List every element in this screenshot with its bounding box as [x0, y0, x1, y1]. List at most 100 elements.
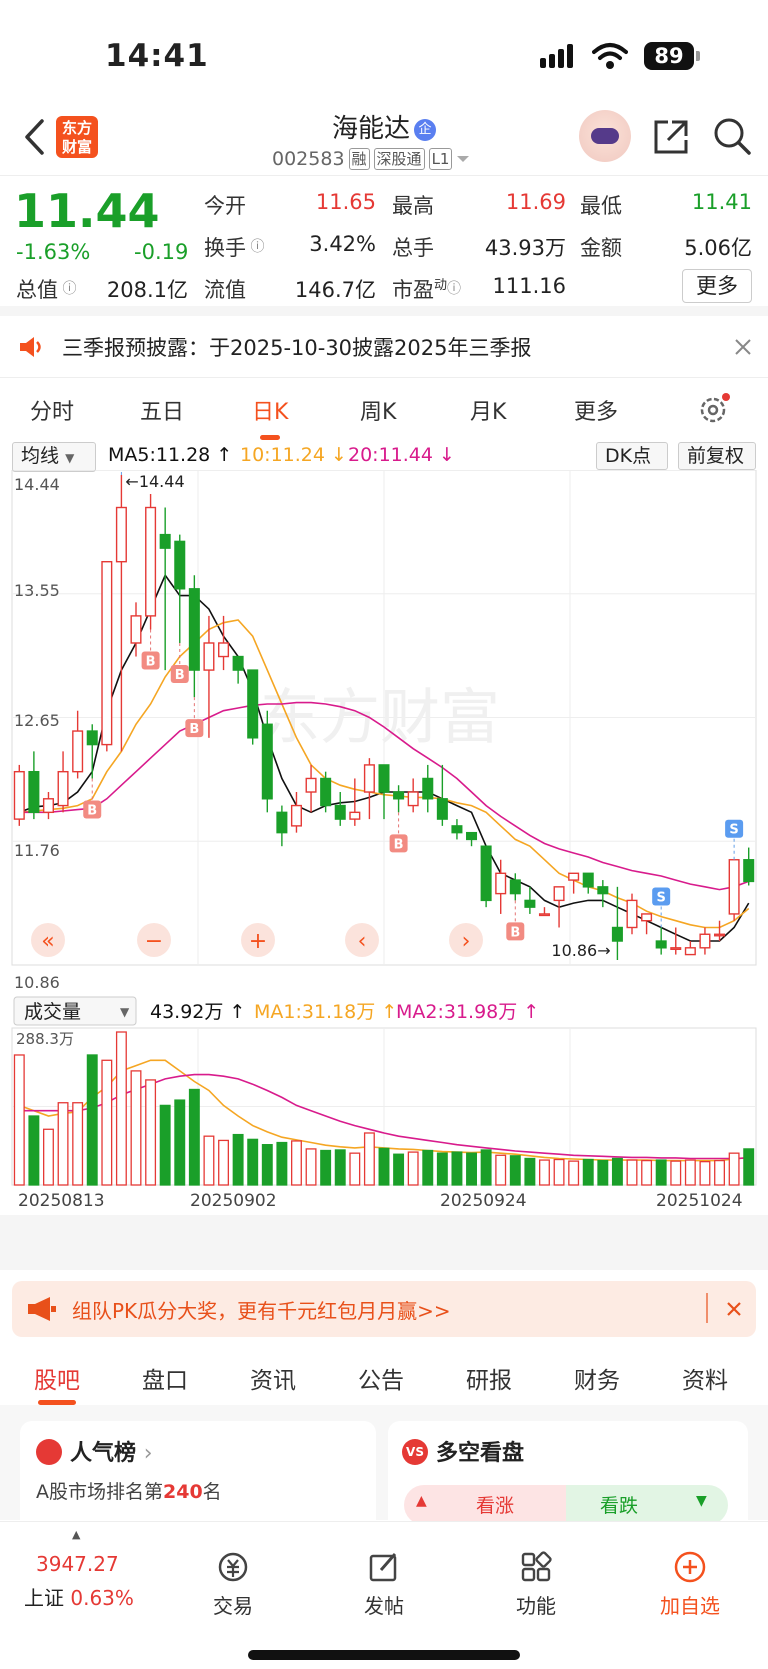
nav-trade[interactable]: 交易: [183, 1550, 283, 1619]
candle-body: [28, 770, 40, 814]
volume-bar: [28, 1115, 40, 1186]
more-quote-button[interactable]: 更多: [682, 269, 752, 303]
tab-more[interactable]: 更多: [574, 394, 618, 426]
tab-news[interactable]: 资讯: [250, 1361, 296, 1395]
tab-announcement[interactable]: 公告: [358, 1361, 404, 1395]
volume-bar: [72, 1102, 84, 1186]
volume-bar: [699, 1160, 711, 1186]
candle-body: [480, 845, 492, 902]
tab-guba[interactable]: 股吧: [34, 1361, 80, 1405]
index-value[interactable]: 3947.27: [36, 1552, 119, 1576]
low-marker-label: 10.86→: [551, 941, 610, 960]
field-value-volume: 43.93万: [484, 236, 566, 260]
volume-bar: [363, 1132, 375, 1186]
tab-pankou[interactable]: 盘口: [142, 1361, 188, 1395]
candle-body: [655, 940, 667, 949]
bull-bear-card[interactable]: VS 多空看盘 ▲ 看涨 看跌 ▼: [388, 1421, 748, 1531]
share-icon[interactable]: [652, 118, 690, 156]
nav-add-watchlist[interactable]: 加自选: [640, 1550, 740, 1619]
vs-icon: VS: [402, 1439, 428, 1465]
volume-bar: [247, 1138, 259, 1186]
settings-icon[interactable]: [698, 392, 732, 426]
candle-body: [670, 947, 682, 951]
candle-body: [684, 947, 696, 956]
battery-icon: 89: [644, 42, 700, 70]
field-label-pe: 市盈动ⓘ: [392, 278, 462, 302]
volume-bar: [466, 1152, 477, 1186]
up-arrow-icon: ▲: [416, 1493, 427, 1509]
marker-label: B: [87, 803, 97, 818]
nav-functions[interactable]: 功能: [486, 1550, 586, 1619]
dk-point-select[interactable]: DK点: [596, 442, 668, 470]
field-label-volume: 总手: [392, 236, 434, 260]
bull-label: 看涨: [476, 1495, 515, 1517]
candle-body: [568, 872, 580, 881]
robot-avatar-icon[interactable]: [579, 110, 631, 162]
volume-bar: [232, 1133, 244, 1186]
index-row[interactable]: 上证 0.63%: [24, 1582, 134, 1611]
candle-body: [261, 723, 273, 800]
close-icon[interactable]: [734, 338, 752, 356]
chart-control-label: +: [249, 929, 267, 954]
date-label: 20250902: [190, 1191, 277, 1211]
bear-button[interactable]: 看跌 ▼: [566, 1485, 728, 1525]
volume-bar: [597, 1159, 609, 1186]
bull-button[interactable]: ▲ 看涨: [404, 1485, 566, 1525]
volume-bar: [655, 1159, 667, 1186]
date-axis: 20250813 20250902 20250924 20251024: [0, 1191, 768, 1270]
volume-bar: [305, 1148, 317, 1186]
nav-post[interactable]: 发帖: [334, 1550, 434, 1619]
field-label-amount: 金额: [580, 236, 622, 260]
tab-five-day[interactable]: 五日: [140, 394, 184, 426]
volume-bar: [349, 1152, 361, 1186]
volume-bar: [407, 1151, 419, 1186]
close-icon[interactable]: [726, 1301, 742, 1317]
candle-body: [728, 859, 740, 915]
edit-icon: [369, 1553, 397, 1582]
search-icon[interactable]: [712, 116, 752, 156]
notice-bar[interactable]: 三季报预披露：于2025-10-30披露2025年三季报: [0, 316, 768, 378]
stock-code-row[interactable]: 002583 融 深股通 L1: [272, 148, 470, 170]
candle-body: [626, 899, 638, 929]
kline-chart[interactable]: 东方财富 BSBBBBBSS 14.44 13.55 12.65 11.76 1…: [0, 470, 768, 1270]
change-percent: -1.63%: [16, 240, 91, 264]
stock-header: 东方财富 海能达企 002583 融 深股通 L1: [0, 100, 768, 176]
tab-profile[interactable]: 资料: [682, 1361, 728, 1395]
tab-research[interactable]: 研报: [466, 1361, 512, 1395]
tab-weekly-k[interactable]: 周K: [360, 394, 396, 426]
pe-superscript: 动: [434, 278, 448, 293]
candle-body: [743, 859, 755, 883]
volume-bar: [451, 1151, 463, 1186]
candle-body: [174, 540, 186, 590]
tab-daily-k[interactable]: 日K: [252, 394, 288, 440]
candle-body: [218, 642, 230, 658]
bear-label: 看跌: [600, 1495, 639, 1517]
field-value-high: 11.69: [505, 190, 566, 214]
candle-body: [130, 615, 142, 644]
candle-body: [290, 804, 302, 827]
change-amount: -0.19: [134, 240, 189, 264]
indicator-select[interactable]: 均线 ▼: [12, 442, 96, 472]
tab-finance[interactable]: 财务: [574, 1361, 620, 1395]
promo-banner[interactable]: 组队PK瓜分大奖，更有千元红包月月赢>>: [12, 1281, 756, 1337]
popularity-card[interactable]: 人气榜 › A股市场排名第240名: [20, 1421, 376, 1531]
tab-monthly-k[interactable]: 月K: [470, 394, 506, 426]
candle-body: [407, 791, 419, 807]
tab-intraday[interactable]: 分时: [30, 394, 74, 426]
adjust-select[interactable]: 前复权: [678, 442, 756, 470]
marker-label: B: [189, 722, 199, 737]
volume-bar: [393, 1153, 405, 1186]
volume-bar: [291, 1140, 302, 1186]
candle-body: [13, 770, 25, 820]
candle-body: [115, 506, 127, 563]
chart-controls: « − + ‹ ›: [31, 923, 483, 957]
volume-bar: [641, 1159, 653, 1186]
high-marker-label: ←14.44: [125, 472, 184, 491]
volume-bar: [101, 1059, 113, 1186]
volume-bar: [334, 1149, 346, 1186]
tag-level: L1: [428, 148, 453, 170]
watermark: 东方财富: [260, 683, 500, 753]
volume-bar: [145, 1079, 157, 1186]
volume-bar: [422, 1149, 434, 1186]
candle-body: [42, 798, 54, 814]
